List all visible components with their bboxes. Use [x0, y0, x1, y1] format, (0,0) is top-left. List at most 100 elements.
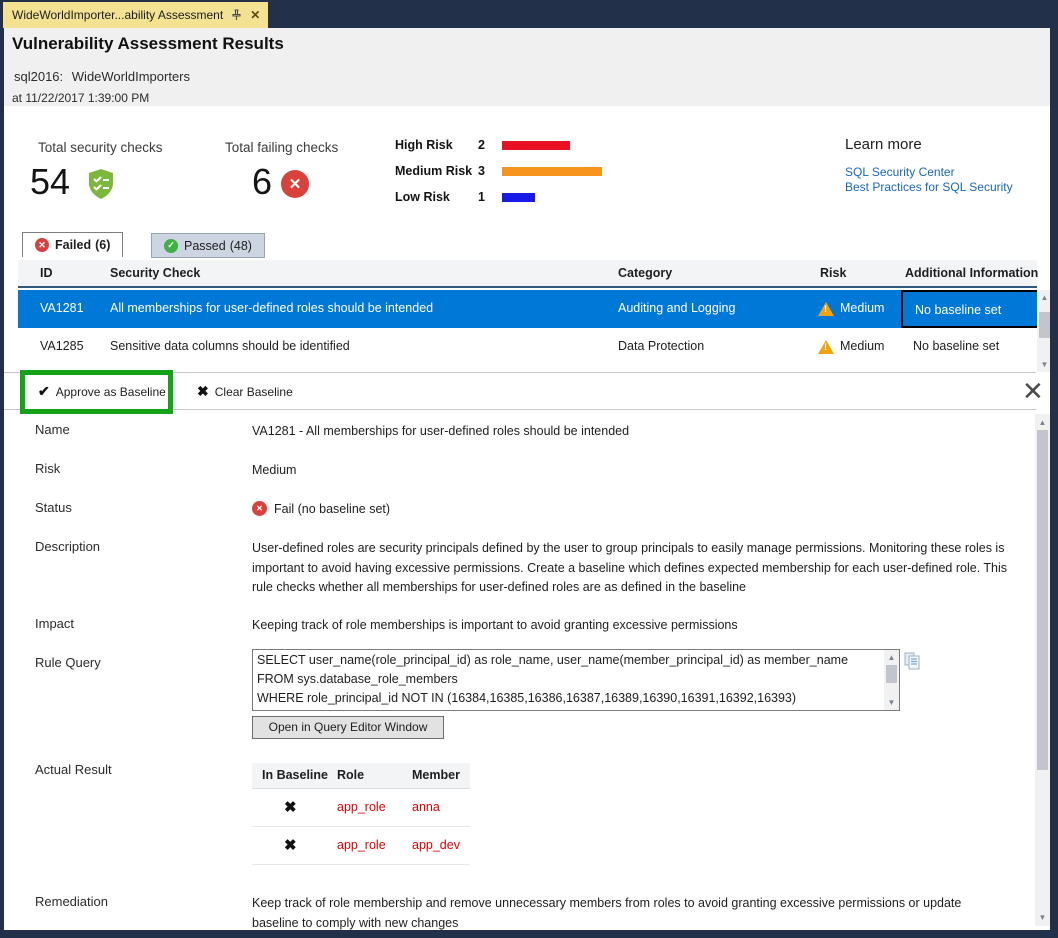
role-value: app_role	[337, 800, 386, 814]
query-line-3: WHERE role_principal_id NOT IN (16384,16…	[257, 689, 869, 709]
col-category[interactable]: Category	[618, 266, 672, 280]
document-tab-title: WideWorldImporter...ability Assessment	[12, 8, 223, 22]
x-icon: ✖	[197, 383, 209, 400]
details-scrollbar-thumb[interactable]	[1037, 430, 1048, 770]
medium-risk-label: Medium Risk	[395, 164, 472, 178]
medium-risk-row: Medium Risk 3	[395, 164, 615, 178]
row-check: Sensitive data columns should be identif…	[110, 339, 350, 353]
remediation-label: Remediation	[35, 894, 108, 909]
learn-more-title: Learn more	[845, 136, 922, 153]
server-database: sql2016: WideWorldImporters	[14, 69, 190, 84]
grid-scrollbar[interactable]: ▲ ▼	[1037, 290, 1050, 372]
status-value: Fail (no baseline set)	[274, 500, 390, 520]
role-value: app_role	[337, 838, 386, 852]
row-category: Data Protection	[618, 339, 704, 353]
details-close-icon[interactable]: ✕	[1022, 372, 1044, 410]
risk-label: Risk	[35, 461, 60, 476]
result-row-app-dev: ✖ app_role app_dev	[252, 827, 470, 865]
col-risk[interactable]: Risk	[820, 266, 846, 280]
impact-label: Impact	[35, 616, 74, 631]
not-in-baseline-icon: ✖	[284, 798, 297, 816]
fail-status-icon: ✕	[252, 501, 267, 516]
result-row-anna: ✖ app_role anna	[252, 789, 470, 827]
clear-baseline-button[interactable]: ✖ Clear Baseline	[197, 383, 293, 400]
passed-tab-count: (48)	[230, 239, 252, 253]
col-id[interactable]: ID	[40, 266, 53, 280]
grid-row-va1285[interactable]: VA1285 Sensitive data columns should be …	[18, 328, 1037, 366]
row-id: VA1281	[40, 301, 84, 315]
total-checks-label: Total security checks	[38, 140, 163, 155]
total-checks-value: 54	[30, 164, 70, 200]
status-label: Status	[35, 500, 72, 515]
page-title: Vulnerability Assessment Results	[12, 34, 284, 54]
pin-icon[interactable]	[231, 9, 242, 21]
scroll-down-icon[interactable]: ▼	[884, 698, 899, 707]
row-info: No baseline set	[913, 339, 999, 353]
passed-tab-label: Passed	[184, 239, 226, 253]
description-label: Description	[35, 539, 100, 554]
low-risk-bar	[502, 193, 535, 202]
link-sql-security-center[interactable]: SQL Security Center	[845, 165, 955, 179]
low-risk-row: Low Risk 1	[395, 190, 615, 204]
row-risk: Medium	[840, 339, 884, 353]
query-scrollbar[interactable]: ▲ ▼	[884, 650, 899, 710]
name-value: VA1281 - All memberships for user-define…	[252, 422, 629, 442]
col-security-check[interactable]: Security Check	[110, 266, 200, 280]
tab-passed[interactable]: ✓ Passed (48)	[151, 233, 265, 258]
col-in-baseline: In Baseline	[262, 768, 328, 782]
row-id: VA1285	[40, 339, 84, 353]
scroll-down-icon[interactable]: ▼	[1035, 913, 1050, 922]
tab-failed[interactable]: ✕ Failed (6)	[22, 232, 123, 257]
rule-query-box[interactable]: SELECT user_name(role_principal_id) as r…	[252, 649, 900, 711]
tab-close-icon[interactable]: ✕	[250, 8, 260, 22]
failing-checks-label: Total failing checks	[225, 140, 338, 155]
medium-risk-count: 3	[478, 164, 485, 178]
scan-timestamp: at 11/22/2017 1:39:00 PM	[12, 91, 149, 105]
link-best-practices[interactable]: Best Practices for SQL Security	[845, 180, 1013, 194]
details-scrollbar[interactable]: ▲ ▼	[1035, 414, 1050, 926]
warning-triangle-icon	[818, 340, 834, 357]
grid-scrollbar-thumb[interactable]	[1039, 312, 1050, 338]
fail-circle-icon: ✕	[281, 170, 309, 198]
row-info: No baseline set	[915, 303, 1001, 317]
main-content: Vulnerability Assessment Results sql2016…	[4, 28, 1050, 930]
risk-value: Medium	[252, 461, 296, 481]
failed-tab-icon: ✕	[35, 238, 49, 252]
name-label: Name	[35, 422, 70, 437]
server-label: sql2016:	[14, 69, 63, 84]
row-category: Auditing and Logging	[618, 301, 735, 315]
failed-tab-count: (6)	[95, 238, 110, 252]
grid-row-va1281[interactable]: VA1281 All memberships for user-defined …	[18, 290, 1037, 328]
scroll-up-icon[interactable]: ▲	[884, 653, 899, 662]
rule-query-label: Rule Query	[35, 655, 101, 670]
grid-header: ID Security Check Category Risk Addition…	[18, 260, 1037, 288]
open-in-query-editor-button[interactable]: Open in Query Editor Window	[252, 716, 444, 739]
approve-as-baseline-button[interactable]: ✔ Approve as Baseline	[38, 383, 166, 400]
passed-tab-icon: ✓	[164, 239, 178, 253]
failing-checks-value: 6	[252, 164, 272, 200]
description-value: User-defined roles are security principa…	[252, 539, 1014, 598]
baseline-toolbar: ✔ Approve as Baseline ✖ Clear Baseline ✕	[4, 372, 1036, 410]
document-tab-strip: WideWorldImporter...ability Assessment ✕	[0, 0, 1058, 28]
database-name: WideWorldImporters	[72, 69, 190, 84]
remediation-value: Keep track of role membership and remove…	[252, 894, 997, 930]
col-additional-info[interactable]: Additional Information	[905, 266, 1038, 280]
query-scrollbar-thumb[interactable]	[886, 665, 897, 683]
actual-result-label: Actual Result	[35, 762, 112, 777]
scroll-up-icon[interactable]: ▲	[1037, 293, 1050, 302]
query-line-2: FROM sys.database_role_members	[257, 670, 869, 690]
high-risk-count: 2	[478, 138, 485, 152]
document-tab[interactable]: WideWorldImporter...ability Assessment ✕	[3, 2, 268, 28]
high-risk-row: High Risk 2	[395, 138, 615, 152]
scroll-down-icon[interactable]: ▼	[1037, 360, 1050, 369]
header: Vulnerability Assessment Results sql2016…	[4, 28, 1050, 106]
col-role: Role	[337, 768, 364, 782]
medium-risk-bar	[502, 167, 602, 176]
failed-tab-label: Failed	[55, 238, 91, 252]
check-icon: ✔	[38, 383, 50, 400]
copy-icon[interactable]	[904, 652, 921, 675]
clear-label: Clear Baseline	[215, 385, 293, 399]
scroll-up-icon[interactable]: ▲	[1035, 418, 1050, 427]
high-risk-label: High Risk	[395, 138, 453, 152]
baseline-info-cell[interactable]: No baseline set	[901, 290, 1047, 328]
